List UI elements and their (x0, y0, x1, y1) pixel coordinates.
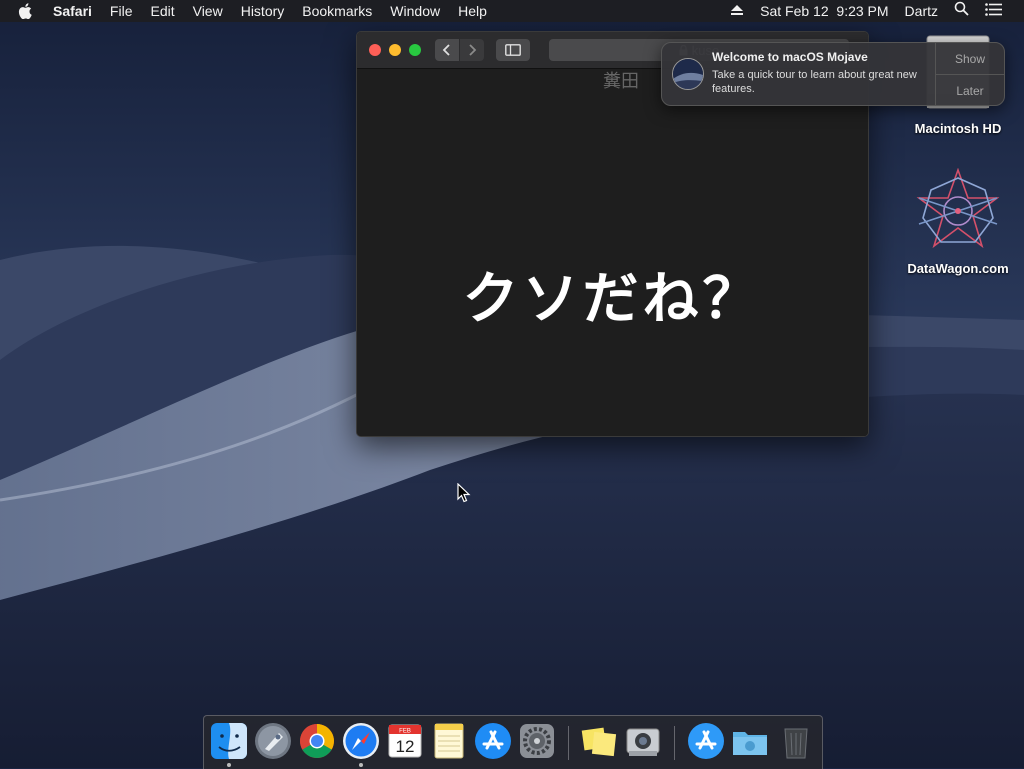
dock-chrome[interactable] (297, 721, 337, 761)
back-button[interactable] (435, 39, 459, 61)
mouse-pointer-icon (457, 483, 471, 503)
app-store-icon (475, 723, 511, 759)
notification-body: Take a quick tour to learn about great n… (712, 69, 917, 95)
forward-icon (469, 44, 477, 56)
dock-downloads-folder[interactable] (730, 721, 770, 761)
dock-app-store-folder[interactable] (686, 721, 726, 761)
menu-file[interactable]: File (101, 0, 142, 22)
search-icon[interactable] (946, 0, 977, 22)
menu-bar: Safari File Edit View History Bookmarks … (0, 0, 1024, 22)
image-capture-icon (626, 728, 660, 756)
dock-calendar[interactable]: FEB 12 (385, 721, 425, 761)
dock-stickies[interactable] (579, 721, 619, 761)
dock-trash[interactable] (776, 721, 816, 761)
web-content: 糞田 クソだね？ (357, 69, 868, 436)
menu-edit[interactable]: Edit (141, 0, 183, 22)
folder-icon (733, 732, 767, 755)
safari-icon (343, 723, 379, 759)
dock: FEB 12 (203, 715, 823, 769)
calendar-day: 12 (396, 737, 415, 756)
app-menu-safari[interactable]: Safari (44, 0, 101, 22)
desktop-icon-label: DataWagon.com (907, 261, 1009, 276)
desktop-icon-label: Macintosh HD (914, 121, 1002, 136)
welcome-notification[interactable]: Welcome to macOS Mojave Take a quick tou… (661, 42, 1005, 106)
clock[interactable]: Sat Feb 12 9:23 PM (752, 0, 896, 22)
menu-window[interactable]: Window (381, 0, 449, 22)
trash-icon (784, 728, 808, 759)
apple-logo-icon (18, 3, 32, 19)
dock-separator (674, 726, 675, 760)
zoom-button[interactable] (409, 44, 421, 56)
eject-icon[interactable] (722, 0, 752, 22)
dock-finder[interactable] (209, 721, 249, 761)
star-polygon-icon (916, 167, 1000, 249)
notification-actions: Show Later (935, 43, 1004, 105)
later-button[interactable]: Later (936, 75, 1004, 106)
dock-notes[interactable] (429, 721, 469, 761)
running-indicator (359, 763, 363, 767)
back-icon (442, 44, 450, 56)
notes-icon (434, 723, 464, 759)
chrome-icon (300, 724, 334, 758)
menu-history[interactable]: History (232, 0, 294, 22)
calendar-icon: FEB 12 (388, 724, 422, 758)
close-button[interactable] (369, 44, 381, 56)
user-menu[interactable]: Dartz (897, 0, 946, 22)
system-preferences-icon (520, 724, 554, 758)
calendar-month: FEB (399, 729, 411, 735)
notification-center-icon[interactable] (977, 0, 1010, 22)
dock-safari[interactable] (341, 721, 381, 761)
forward-button[interactable] (460, 39, 484, 61)
dock-separator (568, 726, 569, 760)
apple-menu[interactable] (0, 3, 44, 19)
dock-app-store[interactable] (473, 721, 513, 761)
minimize-button[interactable] (389, 44, 401, 56)
status-menus: Sat Feb 12 9:23 PM Dartz (722, 0, 1024, 22)
dock-image-capture[interactable] (623, 721, 663, 761)
page-headline: クソだね？ (462, 267, 763, 330)
dock-system-preferences[interactable] (517, 721, 557, 761)
show-button[interactable]: Show (936, 43, 1004, 75)
dock-launchpad[interactable] (253, 721, 293, 761)
launchpad-icon (255, 723, 291, 759)
menu-view[interactable]: View (184, 0, 232, 22)
running-indicator (227, 763, 231, 767)
desktop-icon-datawagon[interactable]: DataWagon.com (903, 167, 1013, 276)
finder-icon (211, 723, 247, 759)
sidebar-icon (505, 44, 521, 56)
menu-bookmarks[interactable]: Bookmarks (293, 0, 381, 22)
sidebar-button[interactable] (496, 39, 530, 61)
stickies-icon (581, 727, 617, 757)
notification-title: Welcome to macOS Mojave (712, 50, 868, 64)
menu-help[interactable]: Help (449, 0, 496, 22)
page-top-text: 糞田 (603, 71, 639, 92)
mojave-icon (672, 58, 704, 90)
app-store-icon (688, 723, 724, 759)
